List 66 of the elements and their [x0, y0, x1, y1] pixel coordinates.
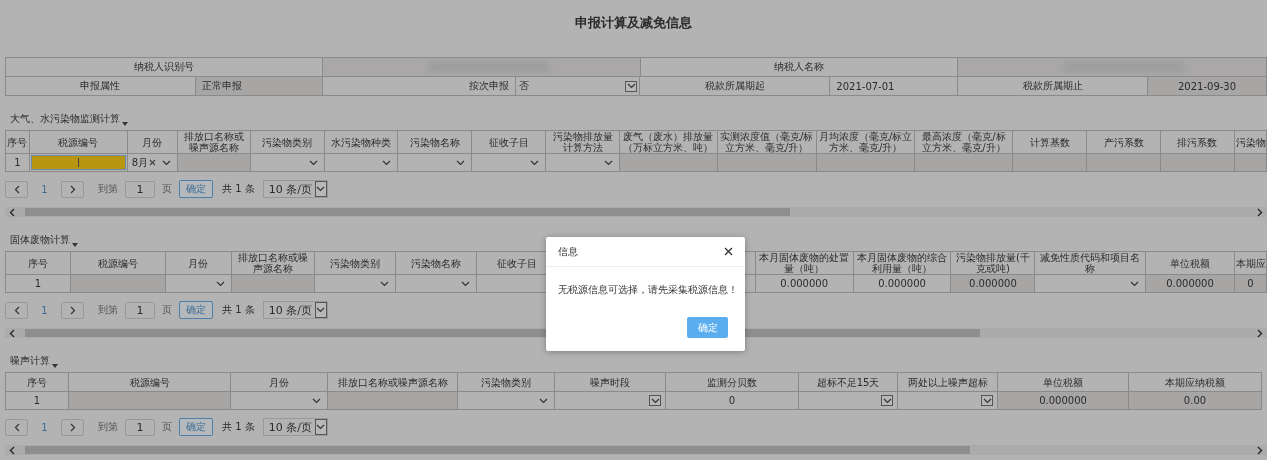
table-cell: 1 [5, 153, 30, 172]
column-header: 最高浓度（毫克/标立方米、毫克/升） [915, 130, 1013, 154]
table-cell: 0.000000 [755, 274, 854, 293]
field-label: 按次申报 [322, 77, 516, 96]
goto-label: 到第 [98, 420, 118, 434]
field-value: 2021-09-30 [1148, 77, 1267, 96]
column-header: 单位税额 [997, 372, 1129, 392]
column-header: 序号 [5, 251, 71, 275]
field-value: 2021-07-01 [830, 77, 959, 96]
column-header: 征收子目 [471, 130, 546, 154]
goto-label: 到第 [98, 182, 118, 196]
goto-label: 到第 [98, 303, 118, 317]
column-header: 税源编号 [29, 130, 128, 154]
page-unit: 页 [162, 303, 172, 317]
dialog-title: 信息 [558, 244, 578, 259]
column-header: 污染物类别 [250, 130, 324, 154]
column-header: 税源编号 [70, 251, 166, 275]
table-cell: 1 [5, 274, 71, 293]
column-header: 废气（废水）排放量（万标立方米、吨） [619, 130, 718, 154]
column-header: 污染物名称 [397, 130, 472, 154]
column-header: 税源编号 [68, 372, 231, 392]
column-header: 减免性质代码和项目名称 [1034, 251, 1146, 275]
column-header: 噪声时段 [554, 372, 666, 392]
column-header: 序号 [5, 130, 30, 154]
dialog-message: 无税源信息可选择，请先采集税源信息！ [557, 283, 739, 297]
column-header: 计算基数 [1012, 130, 1087, 154]
total-count: 共 1 条 [222, 303, 255, 317]
column-header: 排放口名称或噪声源名称 [177, 130, 251, 154]
column-header: 月均浓度（毫克/标立方米、毫克/升） [816, 130, 915, 154]
column-header: 污染物名称 [395, 251, 477, 275]
column-header: 月份 [127, 130, 178, 154]
page-unit: 页 [162, 182, 172, 196]
field-label: 申报属性 [6, 77, 196, 96]
column-header: 本期应 [1234, 251, 1267, 275]
column-header: 单位税额 [1145, 251, 1235, 275]
column-header: 产污系数 [1086, 130, 1161, 154]
column-header: 污染物 [1234, 130, 1267, 154]
field-value: 正常申报 [195, 77, 323, 96]
column-header: 本月固体废物的处置量（吨） [755, 251, 854, 275]
column-header: 污染物类别 [314, 251, 396, 275]
table-cell: 0 [665, 391, 799, 410]
column-header: 污染物类别 [457, 372, 555, 392]
column-header: 本期应纳税额 [1128, 372, 1262, 392]
total-count: 共 1 条 [222, 182, 255, 196]
column-header: 监测分贝数 [665, 372, 799, 392]
table-cell: 0.000000 [853, 274, 951, 293]
column-header: 序号 [5, 372, 69, 392]
column-header: 污染物排放量(千克或吨) [950, 251, 1035, 275]
column-header: 超标不足15天 [798, 372, 898, 392]
table-cell: 1 [5, 391, 69, 410]
column-header: 排放口名称或噪声源名称 [327, 372, 458, 392]
column-header: 排污系数 [1160, 130, 1235, 154]
field-label: 纳税人名称 [640, 58, 959, 77]
field-label: 税款所属期止 [958, 77, 1149, 96]
column-header: 污染物排放量计算方法 [545, 130, 620, 154]
total-count: 共 1 条 [222, 420, 255, 434]
column-header: 本月固体废物的综合利用量（吨） [853, 251, 951, 275]
column-header: 排放口名称或噪声源名称 [231, 251, 315, 275]
column-header: 水污染物种类 [324, 130, 398, 154]
column-header: 两处以上噪声超标 [897, 372, 998, 392]
column-header: 月份 [165, 251, 232, 275]
field-label: 税款所属期起 [640, 77, 831, 96]
page-title: 申报计算及减免信息 [574, 14, 693, 32]
column-header: 实测浓度值（毫克/标立方米、毫克/升） [717, 130, 817, 154]
page-unit: 页 [162, 420, 172, 434]
column-header: 月份 [230, 372, 328, 392]
